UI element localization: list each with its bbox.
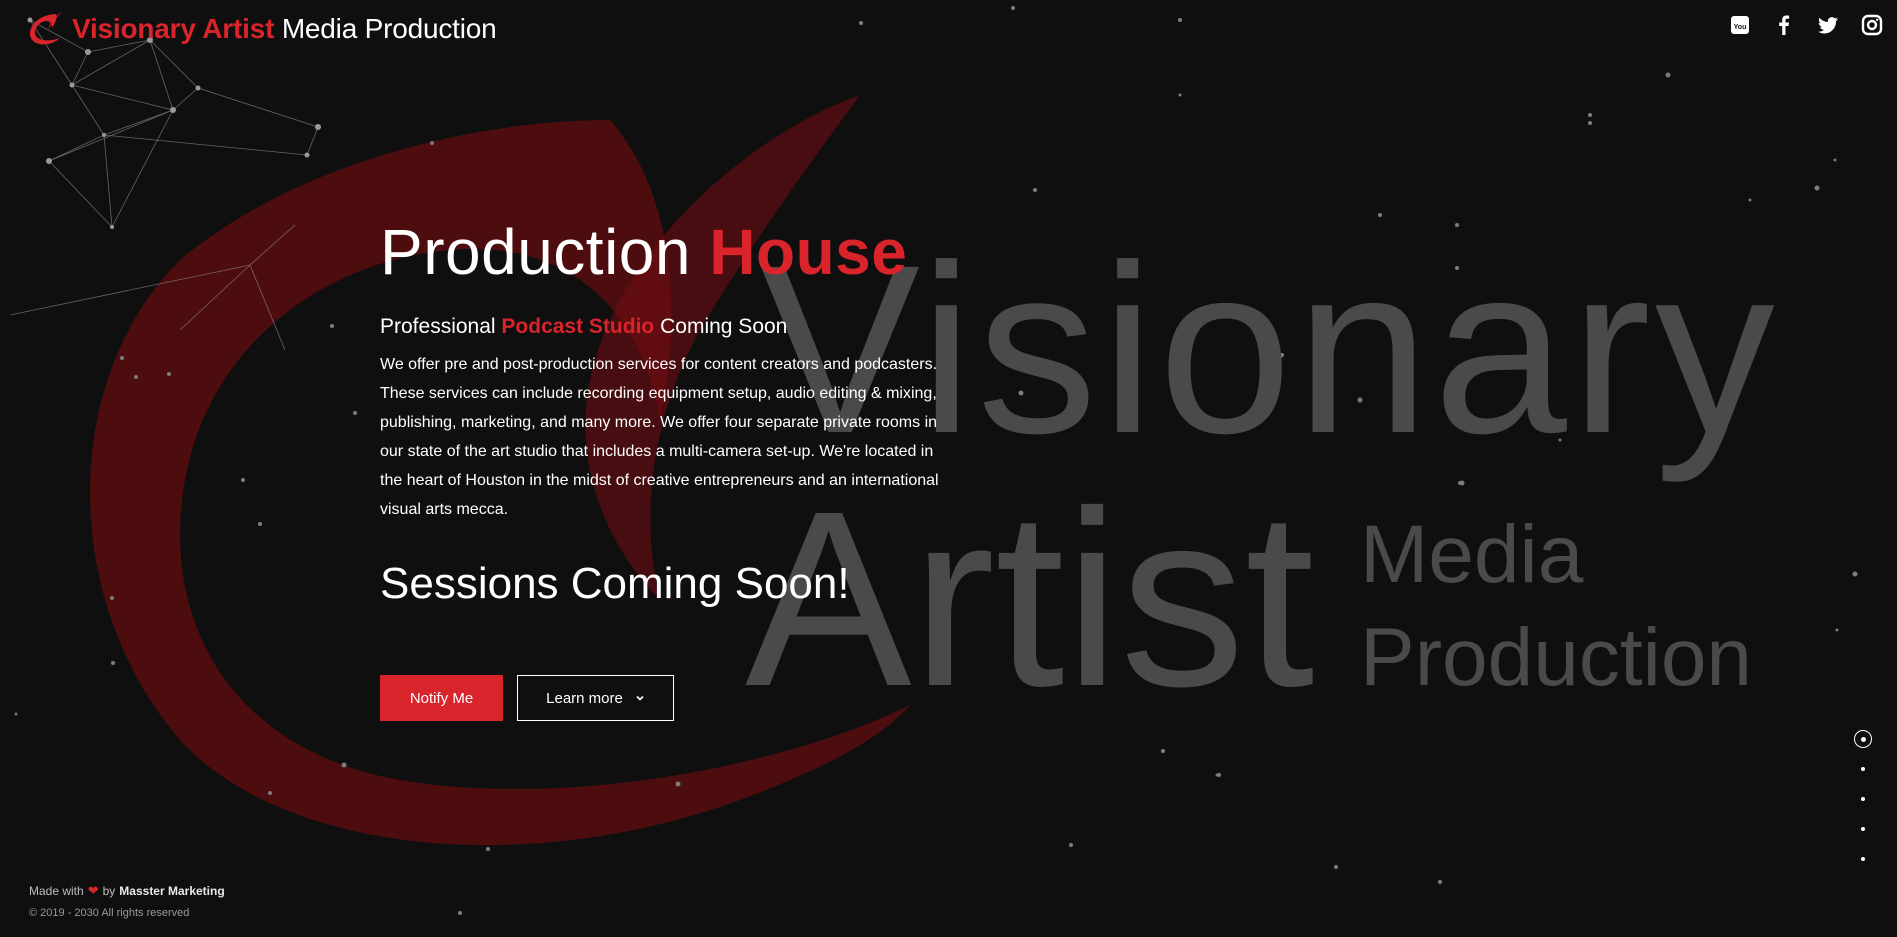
pager-item-3[interactable] [1852,784,1874,814]
heart-icon: ❤ [87,883,99,898]
watermark-line3: Media [1360,509,1584,600]
pager-item-5[interactable] [1852,844,1874,874]
pager-dot-icon [1861,797,1865,801]
learn-more-button[interactable]: Learn more [517,675,674,721]
swoosh-logo-icon [29,12,62,45]
pager-item-2[interactable] [1852,754,1874,784]
logo-text-brand: Visionary Artist [72,13,275,44]
site-footer: Made with ❤ by Masster Marketing © 2019 … [29,883,225,919]
chevron-down-icon [636,695,644,701]
hero-section: Production House Professional Podcast St… [380,216,940,610]
logo-text-suffix: Media Production [281,13,497,44]
title-part1: Production [380,216,691,288]
facebook-icon[interactable] [1773,14,1795,36]
by-text: by [102,884,116,898]
pager-active-icon [1854,730,1872,748]
sessions-heading: Sessions Coming Soon! [380,559,850,608]
pager-dot-icon [1861,827,1865,831]
credit-brand-link[interactable]: Masster Marketing [119,884,224,898]
page-title: Production House [380,216,940,288]
logo-text: Visionary Artist Media Production [72,12,497,46]
subtitle-part3: Coming Soon [660,315,788,338]
made-with-credit: Made with ❤ by Masster Marketing [29,883,225,899]
site-logo[interactable]: Visionary Artist Media Production [26,10,497,48]
hero-buttons: Notify Me Learn more [380,675,674,721]
learn-more-label: Learn more [546,689,623,707]
hero-description: We offer pre and post-production service… [380,356,939,518]
pager-item-1[interactable] [1852,724,1874,754]
background-graphic: Visionary Artist Media Production [9,6,1858,915]
subtitle-part1: Professional [380,315,496,338]
pager-dot-icon [1861,767,1865,771]
twitter-icon[interactable] [1817,14,1839,36]
pager-dot-icon [1861,857,1865,861]
section-pager [1852,724,1874,874]
site-header: Visionary Artist Media Production You [0,0,1897,56]
social-links: You [1707,14,1883,36]
made-with-text: Made with [29,884,84,898]
youtube-icon[interactable]: You [1729,14,1751,36]
notify-me-button[interactable]: Notify Me [380,675,503,721]
title-part2: House [709,216,908,288]
watermark-line4: Production [1360,612,1752,703]
hero-subtitle: Professional Podcast Studio Coming Soon [380,314,940,340]
svg-text:You: You [1734,24,1747,31]
pager-item-4[interactable] [1852,814,1874,844]
subtitle-part2: Podcast Studio [501,315,655,338]
notify-me-label: Notify Me [409,689,474,707]
copyright-text: © 2019 - 2030 All rights reserved [29,907,190,919]
instagram-icon[interactable] [1861,14,1883,36]
